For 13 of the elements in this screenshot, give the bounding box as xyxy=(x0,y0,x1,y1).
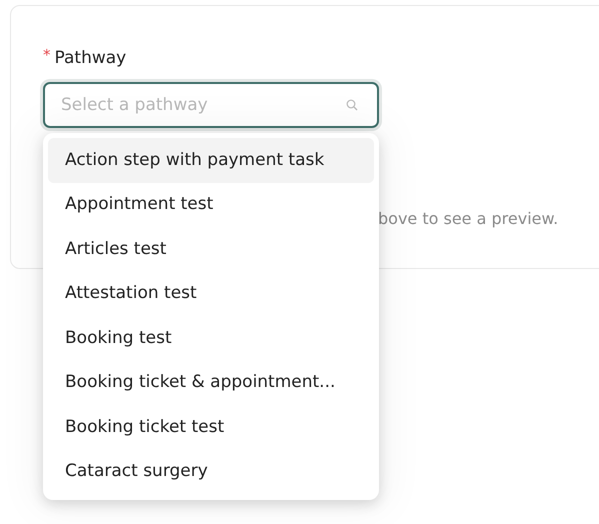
dropdown-option[interactable]: Booking ticket & appointment... xyxy=(48,360,374,405)
dropdown-option[interactable]: Appointment test xyxy=(48,182,374,227)
dropdown-option[interactable]: Action step with payment task xyxy=(48,138,374,182)
required-asterisk: * xyxy=(43,48,50,63)
search-icon xyxy=(346,99,358,111)
preview-hint: bove to see a preview. xyxy=(378,209,558,228)
dropdown-option[interactable]: Booking ticket test xyxy=(48,405,374,450)
search-field[interactable]: Select a pathway xyxy=(43,82,379,128)
dropdown-option[interactable]: Cataract surgery xyxy=(48,450,374,494)
dropdown-option[interactable]: Attestation test xyxy=(48,272,374,316)
field-label: Pathway xyxy=(54,47,126,70)
dropdown-option[interactable]: Articles test xyxy=(48,227,374,272)
dropdown-option[interactable]: Booking test xyxy=(48,316,374,360)
